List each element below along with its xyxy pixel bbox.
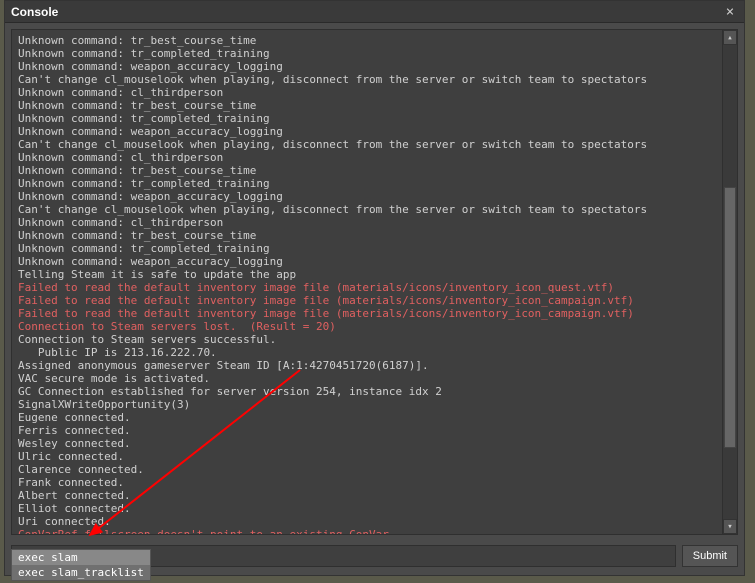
- console-line: Can't change cl_mouselook when playing, …: [18, 203, 715, 216]
- console-line: Unknown command: tr_completed_training: [18, 177, 715, 190]
- console-line: Can't change cl_mouselook when playing, …: [18, 138, 715, 151]
- autocomplete-popup[interactable]: exec slamexec slam_tracklist: [11, 549, 151, 581]
- console-line: VAC secure mode is activated.: [18, 372, 715, 385]
- console-line: Frank connected.: [18, 476, 715, 489]
- console-line: Eugene connected.: [18, 411, 715, 424]
- console-line: Ulric connected.: [18, 450, 715, 463]
- console-line: ConVarRef fullscreen doesn't point to an…: [18, 528, 715, 535]
- close-icon[interactable]: ×: [722, 4, 738, 20]
- console-line: Can't change cl_mouselook when playing, …: [18, 73, 715, 86]
- console-line: Public IP is 213.16.222.70.: [18, 346, 715, 359]
- scroll-thumb[interactable]: [724, 187, 736, 448]
- window-title: Console: [11, 5, 58, 19]
- console-line: Unknown command: tr_completed_training: [18, 112, 715, 125]
- console-line: Unknown command: tr_best_course_time: [18, 99, 715, 112]
- console-line: Connection to Steam servers lost. (Resul…: [18, 320, 715, 333]
- scroll-up-arrow-icon[interactable]: ▴: [723, 30, 737, 45]
- scroll-down-arrow-icon[interactable]: ▾: [723, 519, 737, 534]
- console-output-text[interactable]: Unknown command: tr_best_course_timeUnkn…: [12, 30, 721, 534]
- console-line: Wesley connected.: [18, 437, 715, 450]
- console-line: Elliot connected.: [18, 502, 715, 515]
- console-line: Unknown command: tr_completed_training: [18, 47, 715, 60]
- console-line: Uri connected.: [18, 515, 715, 528]
- console-line: Unknown command: tr_best_course_time: [18, 229, 715, 242]
- console-line: Unknown command: cl_thirdperson: [18, 86, 715, 99]
- console-window: Console × Unknown command: tr_best_cours…: [4, 0, 745, 576]
- console-line: Unknown command: tr_best_course_time: [18, 164, 715, 177]
- scroll-track[interactable]: [723, 45, 737, 519]
- console-line: Assigned anonymous gameserver Steam ID […: [18, 359, 715, 372]
- console-line: Unknown command: tr_best_course_time: [18, 34, 715, 47]
- console-line: Unknown command: tr_completed_training: [18, 242, 715, 255]
- console-line: Connection to Steam servers successful.: [18, 333, 715, 346]
- console-line: Ferris connected.: [18, 424, 715, 437]
- console-line: Telling Steam it is safe to update the a…: [18, 268, 715, 281]
- console-line: Unknown command: cl_thirdperson: [18, 151, 715, 164]
- console-line: Unknown command: cl_thirdperson: [18, 216, 715, 229]
- scrollbar[interactable]: ▴ ▾: [722, 30, 737, 534]
- console-output: Unknown command: tr_best_course_timeUnkn…: [11, 29, 738, 535]
- title-bar: Console ×: [5, 1, 744, 23]
- console-line: Unknown command: weapon_accuracy_logging: [18, 125, 715, 138]
- console-line: Failed to read the default inventory ima…: [18, 307, 715, 320]
- console-line: Clarence connected.: [18, 463, 715, 476]
- console-line: SignalXWriteOpportunity(3): [18, 398, 715, 411]
- console-line: Unknown command: weapon_accuracy_logging: [18, 60, 715, 73]
- console-line: Unknown command: weapon_accuracy_logging: [18, 190, 715, 203]
- console-line: Albert connected.: [18, 489, 715, 502]
- console-line: GC Connection established for server ver…: [18, 385, 715, 398]
- autocomplete-item[interactable]: exec slam: [12, 550, 150, 565]
- submit-button[interactable]: Submit: [682, 545, 738, 567]
- console-line: Failed to read the default inventory ima…: [18, 294, 715, 307]
- autocomplete-item[interactable]: exec slam_tracklist: [12, 565, 150, 580]
- console-line: Failed to read the default inventory ima…: [18, 281, 715, 294]
- console-line: Unknown command: weapon_accuracy_logging: [18, 255, 715, 268]
